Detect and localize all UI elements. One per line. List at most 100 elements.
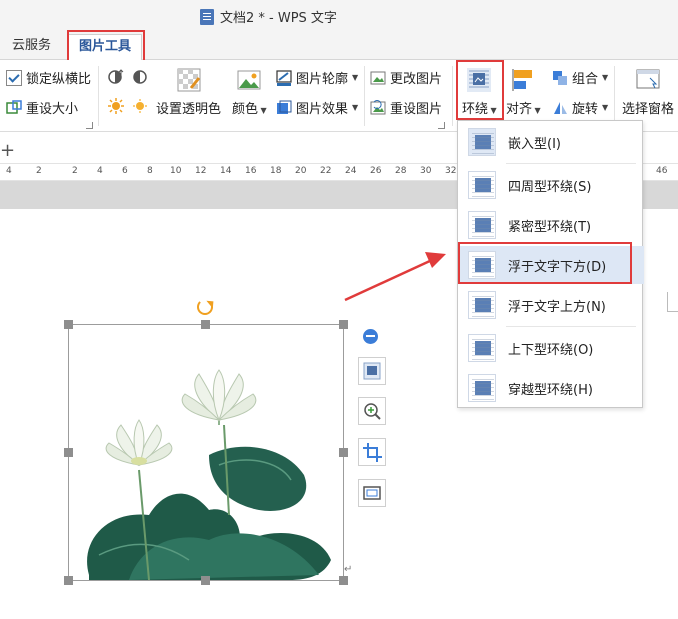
rotate-icon xyxy=(552,100,568,116)
crop-button[interactable] xyxy=(358,438,386,466)
resize-handle-top-right[interactable] xyxy=(339,320,348,329)
through-wrap-icon xyxy=(468,374,496,402)
effects-label: 图片效果 xyxy=(296,102,349,117)
ruler-tick-label: 46 xyxy=(656,166,668,176)
group-icon xyxy=(552,70,568,86)
size-group-launcher[interactable] xyxy=(86,122,93,129)
lock-ratio-checkbox[interactable]: 锁定纵横比 xyxy=(0,68,91,87)
reset-picture-button[interactable]: 重设图片 xyxy=(370,98,442,117)
selection-pane-button[interactable]: 选择窗格 xyxy=(622,68,674,117)
resize-handle-right[interactable] xyxy=(339,448,348,457)
menu-item-label: 四周型环绕(S) xyxy=(508,179,592,195)
ruler-tick-label: 32 xyxy=(445,166,457,176)
add-icon[interactable]: + xyxy=(0,140,15,161)
ruler-tick-label: 14 xyxy=(220,166,232,176)
contrast-decrease-icon[interactable] xyxy=(132,68,148,84)
collapse-icon[interactable] xyxy=(363,329,378,344)
change-picture-button[interactable]: 更改图片 xyxy=(370,68,442,87)
color-label: 颜色 xyxy=(232,102,259,117)
lock-ratio-label: 锁定纵横比 xyxy=(26,72,92,87)
ruler-tick-label: 12 xyxy=(195,166,207,176)
resize-handle-bottom-right[interactable] xyxy=(339,576,348,585)
tight-wrap-icon xyxy=(468,211,496,239)
menu-item-label: 嵌入型(I) xyxy=(508,136,561,152)
title-bar: 文档2 * - WPS 文字 xyxy=(0,0,678,30)
brightness-buttons xyxy=(108,98,148,114)
ruler-tick-label: 18 xyxy=(270,166,282,176)
ruler-tick-label: 4 xyxy=(97,166,103,176)
selection-pane-icon xyxy=(636,68,660,92)
outline-label: 图片轮廓 xyxy=(296,72,349,87)
menu-item-inline[interactable]: 嵌入型(I) xyxy=(458,123,644,161)
frame-icon xyxy=(363,486,381,500)
align-button[interactable]: 对齐 ▼ xyxy=(506,68,541,117)
ruler-tick-label: 24 xyxy=(345,166,357,176)
contrast-buttons xyxy=(108,68,148,84)
align-label-wrap: 对齐 ▼ xyxy=(506,102,541,117)
change-picture-icon xyxy=(370,70,386,86)
ruler-tick-label: 16 xyxy=(245,166,257,176)
picture-outline-button[interactable]: 图片轮廓 ▼ xyxy=(276,68,358,87)
group-button[interactable]: 组合 ▼ xyxy=(552,68,608,87)
contrast-increase-icon[interactable] xyxy=(108,68,124,84)
ruler-tick-label: 20 xyxy=(295,166,307,176)
menu-item-label: 上下型环绕(O) xyxy=(508,342,594,358)
brightness-increase-icon[interactable] xyxy=(108,98,124,114)
menu-item-tight[interactable]: 紧密型环绕(T) xyxy=(458,206,644,244)
menu-item-in-front-of-text[interactable]: 浮于文字上方(N) xyxy=(458,286,644,324)
brightness-decrease-icon[interactable] xyxy=(132,98,148,114)
effects-icon xyxy=(276,100,292,116)
layout-options-button[interactable] xyxy=(358,357,386,385)
selection-pane-label: 选择窗格 xyxy=(622,102,675,117)
zoom-button[interactable] xyxy=(358,397,386,425)
resize-handle-bottom[interactable] xyxy=(201,576,210,585)
ruler-tick-label: 6 xyxy=(122,166,128,176)
menu-item-label: 穿越型环绕(H) xyxy=(508,382,593,398)
selected-picture[interactable] xyxy=(68,324,344,581)
in-front-of-text-icon xyxy=(468,291,496,319)
menu-item-behind-text[interactable]: 浮于文字下方(D) xyxy=(458,246,644,284)
set-transparent-label: 设置透明色 xyxy=(156,102,222,117)
reset-size-button[interactable]: 重设大小 xyxy=(6,98,78,117)
ruler-tick-label: 30 xyxy=(420,166,432,176)
checkbox-icon[interactable] xyxy=(6,69,22,86)
change-picture-label: 更改图片 xyxy=(390,72,443,87)
resize-handle-left[interactable] xyxy=(64,448,73,457)
picture-color-icon xyxy=(237,68,261,92)
resize-handle-top[interactable] xyxy=(201,320,210,329)
set-transparent-button[interactable]: 设置透明色 xyxy=(156,68,221,117)
frame-button[interactable] xyxy=(358,479,386,507)
reset-size-icon xyxy=(6,99,22,116)
wrap-text-button[interactable]: 环绕 ▼ xyxy=(462,68,497,117)
menu-item-label: 浮于文字下方(D) xyxy=(508,259,607,275)
resize-handle-bottom-left[interactable] xyxy=(64,576,73,585)
wrap-text-menu: 嵌入型(I) 四周型环绕(S) 紧密型环绕(T) 浮于文字下方(D) 浮于文字上… xyxy=(457,120,644,408)
layout-options-icon xyxy=(363,362,381,380)
align-label: 对齐 xyxy=(506,102,533,117)
menu-item-through[interactable]: 穿越型环绕(H) xyxy=(458,369,644,407)
lotus-picture xyxy=(87,369,331,581)
outline-icon xyxy=(276,69,292,86)
ruler-tick-label: 28 xyxy=(395,166,407,176)
zoom-in-icon xyxy=(364,403,381,420)
menu-item-label: 浮于文字上方(N) xyxy=(508,299,606,315)
picture-effects-button[interactable]: 图片效果 ▼ xyxy=(276,98,358,117)
color-button[interactable]: 颜色 ▼ xyxy=(232,68,267,117)
rotate-button[interactable]: 旋转 ▼ xyxy=(552,98,608,117)
ribbon-tabs: 云服务 图片工具 xyxy=(0,30,678,60)
color-label-wrap: 颜色 ▼ xyxy=(232,102,267,117)
tab-picture-tools[interactable]: 图片工具 xyxy=(68,34,143,60)
ruler-tick-label: 26 xyxy=(370,166,382,176)
resize-handle-top-left[interactable] xyxy=(64,320,73,329)
inline-icon xyxy=(468,128,496,156)
tab-cloud-service[interactable]: 云服务 xyxy=(2,34,61,60)
rotate-handle-icon[interactable] xyxy=(197,299,213,315)
window-title: 文档2 * - WPS 文字 xyxy=(220,11,337,26)
picture-group-launcher[interactable] xyxy=(438,122,445,129)
square-wrap-icon xyxy=(468,171,496,199)
ruler-tick-label: 2 xyxy=(72,166,78,176)
menu-item-square[interactable]: 四周型环绕(S) xyxy=(458,166,644,204)
ruler-tick-label: 4 xyxy=(6,166,12,176)
group-label: 组合 xyxy=(572,72,599,87)
menu-item-top-bottom[interactable]: 上下型环绕(O) xyxy=(458,329,644,367)
